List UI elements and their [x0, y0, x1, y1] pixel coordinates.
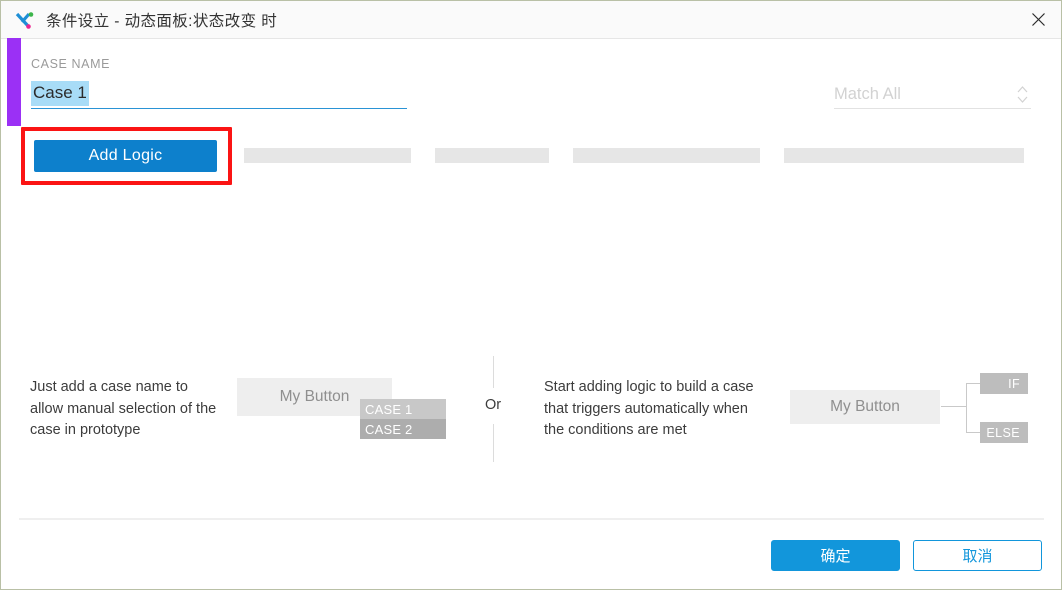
window-title: 条件设立 - 动态面板:状态改变 时	[46, 12, 278, 30]
list-item: CASE 2	[360, 419, 446, 439]
close-icon[interactable]	[1015, 1, 1061, 38]
match-mode-select[interactable]: Match All	[834, 81, 1031, 109]
placeholder-bar	[435, 148, 549, 163]
condition-builder-dialog: 条件设立 - 动态面板:状态改变 时 CASE NAME Case 1 Matc…	[0, 0, 1062, 590]
footer-divider	[19, 518, 1044, 520]
cancel-button[interactable]: 取消	[913, 540, 1042, 571]
or-divider-line-bottom	[493, 424, 494, 462]
mock-button-right: My Button	[790, 390, 940, 424]
branch-box-else: ELSE	[980, 422, 1028, 443]
add-logic-button[interactable]: Add Logic	[34, 140, 217, 172]
branch-box-if: IF	[980, 373, 1028, 394]
branch-connector	[941, 406, 967, 407]
branch-connector	[966, 383, 981, 384]
case-name-label: CASE NAME	[31, 57, 111, 71]
or-divider-label: Or	[485, 397, 502, 413]
placeholder-bar	[784, 148, 1024, 163]
case-name-value: Case 1	[31, 81, 89, 106]
ok-button[interactable]: 确定	[771, 540, 900, 571]
axure-x-logo-icon	[14, 9, 36, 31]
branch-connector	[966, 432, 981, 433]
or-divider-line-top	[493, 356, 494, 388]
chevron-updown-icon	[1017, 86, 1031, 103]
case-menu-preview: CASE 1 CASE 2	[360, 399, 446, 439]
list-item: CASE 1	[360, 399, 446, 419]
title-bar: 条件设立 - 动态面板:状态改变 时	[1, 1, 1061, 39]
match-mode-value: Match All	[834, 85, 901, 103]
branch-connector	[966, 383, 967, 432]
help-text-logic: Start adding logic to build a case that …	[544, 379, 754, 438]
accent-bar	[7, 38, 21, 126]
placeholder-bar	[573, 148, 760, 163]
case-name-input[interactable]: Case 1	[31, 81, 407, 109]
help-text-manual: Just add a case name to allow manual sel…	[30, 379, 217, 438]
placeholder-bar	[244, 148, 411, 163]
